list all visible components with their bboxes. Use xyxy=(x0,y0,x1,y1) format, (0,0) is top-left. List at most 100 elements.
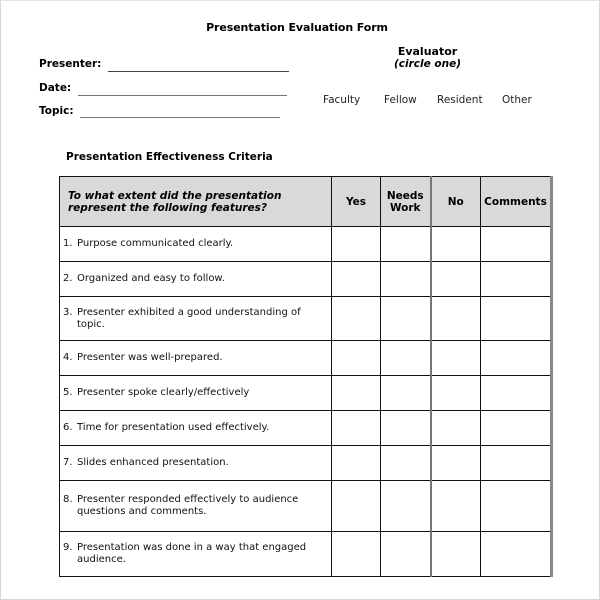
date-field[interactable] xyxy=(78,95,287,96)
criterion-cell: 8. Presenter responded effectively to aud… xyxy=(59,480,332,532)
yes-cell[interactable] xyxy=(331,445,381,481)
criterion-text: Presenter exhibited a good understanding… xyxy=(77,306,301,330)
comments-cell[interactable] xyxy=(480,531,553,577)
criteria-row: 1. Purpose communicated clearly. xyxy=(59,226,553,262)
comments-cell[interactable] xyxy=(480,340,553,376)
criteria-row: 8. Presenter responded effectively to aud… xyxy=(59,480,553,532)
criterion-cell: 9. Presentation was done in a way that en… xyxy=(59,531,332,577)
needs-work-header-line2: Work xyxy=(389,201,421,214)
needs-work-cell[interactable] xyxy=(380,340,431,376)
criterion-text: Organized and easy to follow. xyxy=(77,273,225,284)
criterion-number: 9. xyxy=(63,542,73,553)
needs-work-cell[interactable] xyxy=(380,261,431,297)
yes-cell[interactable] xyxy=(331,296,381,341)
yes-cell[interactable] xyxy=(331,410,381,446)
no-cell[interactable] xyxy=(429,375,481,411)
criterion-cell: 7. Slides enhanced presentation. xyxy=(59,445,332,481)
criterion-number: 3. xyxy=(63,306,73,318)
section-title: Presentation Effectiveness Criteria xyxy=(66,151,273,163)
evaluator-option-resident[interactable]: Resident xyxy=(437,94,483,106)
needs-work-cell[interactable] xyxy=(380,531,431,577)
criterion-text: Presenter spoke clearly/effectively xyxy=(77,387,250,398)
criterion: 6. Time for presentation used effectively… xyxy=(63,422,331,434)
yes-header: Yes xyxy=(331,176,381,227)
criteria-table: To what extent did the presentation repr… xyxy=(59,176,553,577)
criterion: 9. Presentation was done in a way that en… xyxy=(63,542,331,566)
no-cell[interactable] xyxy=(429,296,481,341)
criterion-text: Presenter was well-prepared. xyxy=(77,352,223,363)
criterion-number: 8. xyxy=(63,494,73,505)
needs-work-header-line1: Needs xyxy=(386,189,424,202)
needs-work-cell[interactable] xyxy=(380,410,431,446)
criteria-row: 6. Time for presentation used effectively… xyxy=(59,410,553,446)
criterion-cell: 3. Presenter exhibited a good understandi… xyxy=(59,296,332,341)
criterion: 5. Presenter spoke clearly/effectively xyxy=(63,387,331,399)
criterion: 1. Purpose communicated clearly. xyxy=(63,238,331,250)
needs-work-cell[interactable] xyxy=(380,445,431,481)
comments-cell[interactable] xyxy=(480,296,553,341)
criterion-number: 2. xyxy=(63,273,73,284)
presenter-label: Presenter: xyxy=(39,58,102,70)
criteria-row: 2. Organized and easy to follow. xyxy=(59,261,553,297)
header-row: To what extent did the presentation repr… xyxy=(59,176,553,227)
presenter-field[interactable] xyxy=(108,71,289,72)
evaluator-instruction: (circle one) xyxy=(393,58,461,70)
yes-cell[interactable] xyxy=(331,480,381,532)
form-title: Presentation Evaluation Form xyxy=(206,21,388,34)
comments-cell[interactable] xyxy=(480,226,553,262)
no-cell[interactable] xyxy=(429,531,481,577)
criteria-row: 9. Presentation was done in a way that en… xyxy=(59,531,553,577)
criterion-cell: 1. Purpose communicated clearly. xyxy=(59,226,332,262)
criterion-text: Slides enhanced presentation. xyxy=(77,457,229,468)
question-header: To what extent did the presentation repr… xyxy=(59,176,332,227)
needs-work-cell[interactable] xyxy=(380,226,431,262)
yes-cell[interactable] xyxy=(331,226,381,262)
criterion-number: 6. xyxy=(63,422,73,433)
criterion-cell: 6. Time for presentation used effectively… xyxy=(59,410,332,446)
criterion: 3. Presenter exhibited a good understandi… xyxy=(63,307,331,331)
criterion-text: Presentation was done in a way that enga… xyxy=(77,542,307,565)
topic-field[interactable] xyxy=(80,117,280,118)
evaluator-title: Evaluator xyxy=(397,45,458,58)
no-cell[interactable] xyxy=(429,340,481,376)
comments-cell[interactable] xyxy=(480,375,553,411)
criterion: 4. Presenter was well-prepared. xyxy=(63,352,331,364)
criterion-number: 4. xyxy=(63,352,73,363)
comments-cell[interactable] xyxy=(480,445,553,481)
comments-cell[interactable] xyxy=(480,410,553,446)
no-cell[interactable] xyxy=(429,226,481,262)
criterion-text: Purpose communicated clearly. xyxy=(77,238,234,249)
needs-work-cell[interactable] xyxy=(380,375,431,411)
needs-work-cell[interactable] xyxy=(380,296,431,341)
criteria-row: 3. Presenter exhibited a good understandi… xyxy=(59,296,553,341)
no-cell[interactable] xyxy=(429,410,481,446)
comments-cell[interactable] xyxy=(480,480,553,532)
yes-cell[interactable] xyxy=(331,375,381,411)
no-cell[interactable] xyxy=(429,480,481,532)
criterion-number: 7. xyxy=(63,457,73,468)
evaluator-option-faculty[interactable]: Faculty xyxy=(323,94,360,106)
criterion: 7. Slides enhanced presentation. xyxy=(63,457,331,469)
criterion-number: 1. xyxy=(63,238,73,249)
needs-work-cell[interactable] xyxy=(380,480,431,532)
no-cell[interactable] xyxy=(429,261,481,297)
criterion-number: 5. xyxy=(63,387,73,398)
comments-header: Comments xyxy=(480,176,553,227)
evaluator-option-other[interactable]: Other xyxy=(502,94,532,106)
yes-cell[interactable] xyxy=(331,531,381,577)
criterion-text: Presenter responded effectively to audie… xyxy=(77,494,299,517)
criteria-row: 5. Presenter spoke clearly/effectively xyxy=(59,375,553,411)
yes-cell[interactable] xyxy=(331,261,381,297)
criterion-cell: 2. Organized and easy to follow. xyxy=(59,261,332,297)
yes-cell[interactable] xyxy=(331,340,381,376)
criteria-row: 4. Presenter was well-prepared. xyxy=(59,340,553,376)
criterion: 2. Organized and easy to follow. xyxy=(63,273,331,285)
topic-label: Topic: xyxy=(39,105,74,117)
comments-cell[interactable] xyxy=(480,261,553,297)
no-cell[interactable] xyxy=(429,445,481,481)
criterion-cell: 5. Presenter spoke clearly/effectively xyxy=(59,375,332,411)
date-label: Date: xyxy=(39,82,72,94)
evaluator-option-fellow[interactable]: Fellow xyxy=(384,94,417,106)
no-header: No xyxy=(429,176,481,227)
needs-work-header: Needs Work xyxy=(380,176,431,227)
